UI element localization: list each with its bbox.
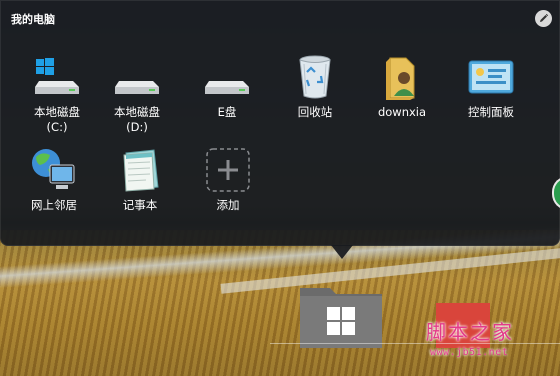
tile-drive-e[interactable]: E盘 — [187, 53, 267, 120]
network-icon — [30, 146, 78, 194]
pencil-icon — [540, 13, 549, 22]
tile-label: 回收站 — [297, 105, 333, 119]
tile-recycle-bin[interactable]: 回收站 — [275, 53, 355, 120]
tile-sublabel: (C:) — [46, 120, 68, 134]
tile-add[interactable]: 添加 — [188, 146, 268, 213]
watermark: 脚本之家 www.jb51.net — [426, 316, 556, 366]
tile-label: 本地磁盘 — [34, 105, 80, 119]
hard-drive-icon — [203, 53, 251, 101]
tile-label: 添加 — [216, 198, 240, 212]
taskbar-folder-button[interactable] — [300, 286, 382, 348]
tile-control-panel[interactable]: 控制面板 — [451, 53, 531, 120]
windows-folder-icon — [300, 288, 382, 348]
tile-label: E盘 — [217, 105, 237, 119]
tile-user-folder[interactable]: downxia — [362, 53, 442, 120]
watermark-text: 脚本之家 — [426, 320, 514, 344]
hard-drive-icon — [113, 53, 161, 101]
tile-drive-c[interactable]: 本地磁盘 (C:) — [17, 53, 97, 135]
tile-label: 本地磁盘 — [114, 105, 160, 119]
watermark-url: www.jb51.net — [430, 347, 509, 358]
my-computer-panel: 我的电脑 本地磁盘 (C:) 本地磁盘 (D:) E盘 回收站 downxia … — [0, 0, 560, 246]
tile-notepad[interactable]: 记事本 — [100, 146, 180, 213]
panel-title: 我的电脑 — [11, 13, 55, 26]
tile-sublabel: (D:) — [126, 120, 148, 134]
tile-label: 网上邻居 — [31, 198, 77, 212]
tile-network[interactable]: 网上邻居 — [14, 146, 94, 213]
tile-label: downxia — [377, 105, 427, 119]
tile-label: 控制面板 — [468, 105, 514, 119]
tile-label: 记事本 — [122, 198, 158, 212]
edit-button[interactable] — [535, 10, 552, 27]
control-panel-icon — [467, 53, 515, 101]
tile-drive-d[interactable]: 本地磁盘 (D:) — [97, 53, 177, 135]
user-folder-icon — [378, 53, 426, 101]
notepad-icon — [116, 146, 164, 194]
recycle-bin-icon — [291, 53, 339, 101]
panel-pointer — [331, 245, 353, 259]
add-icon — [204, 146, 252, 194]
windows-drive-icon — [33, 53, 81, 101]
